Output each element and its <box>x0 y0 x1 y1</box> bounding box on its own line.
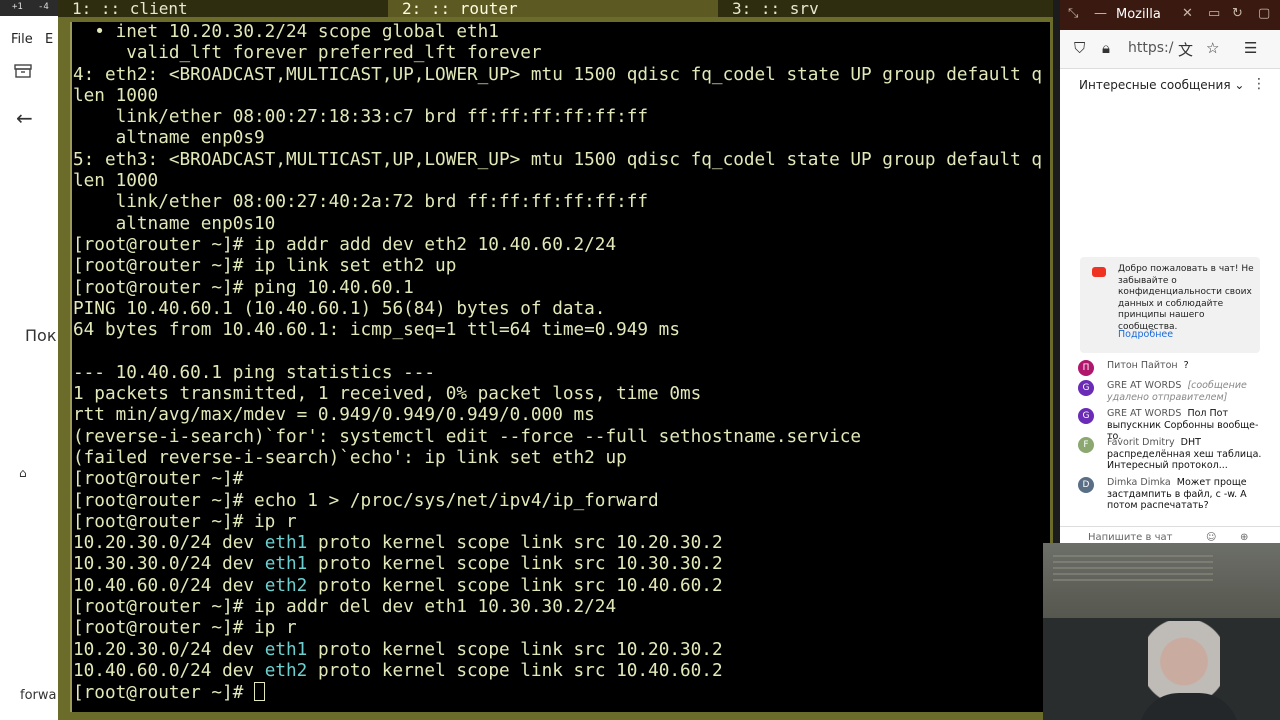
terminal-tab-bar: 1: :: client 2: :: router 3: :: srv <box>58 0 1053 17</box>
avatar[interactable]: G <box>1078 380 1094 396</box>
emoji-icon[interactable]: ☺ <box>1206 532 1216 543</box>
maximize-icon[interactable]: ▭ <box>1208 6 1220 21</box>
terminal-line: 1 packets transmitted, 1 received, 0% pa… <box>73 384 702 405</box>
tray-indicator-1: +1 <box>12 2 23 12</box>
learn-more-link[interactable]: Подробнее <box>1118 329 1173 340</box>
chat-filter-dropdown[interactable]: Интересные сообщения ⌄ <box>1079 78 1244 92</box>
menu-icon[interactable]: ☰ <box>1244 39 1257 57</box>
browser-toolbar: ⛉ 🔒︎ https:/ 文 ☆ ☰ <box>1060 30 1280 69</box>
terminal-line: • inet 10.20.30.2/24 scope global eth1 <box>73 22 499 42</box>
route-line: 10.30.30.0/24 dev eth1 proto kernel scop… <box>73 554 723 575</box>
url-field[interactable]: https:/ <box>1128 40 1173 56</box>
partial-heading: Пок <box>25 326 57 345</box>
minimize-icon[interactable]: — <box>1094 6 1107 21</box>
lock-icon: 🔒︎ <box>1102 39 1110 57</box>
terminal-line: (reverse-i-search)`for': systemctl edit … <box>73 426 862 447</box>
translate-icon[interactable]: 文 <box>1178 39 1193 60</box>
terminal-line: --- 10.40.60.1 ping statistics --- <box>73 362 436 383</box>
terminal-output[interactable]: • inet 10.20.30.2/24 scope global eth1 v… <box>70 22 1050 712</box>
lock-icon: ⌂ <box>19 466 27 480</box>
terminal-line: link/ether 08:00:27:40:2a:72 brd ff:ff:f… <box>73 192 649 213</box>
chat-author[interactable]: Dimka Dimka <box>1107 477 1171 488</box>
cursor <box>254 682 266 702</box>
chat-author[interactable]: GRE AT WORDS <box>1107 408 1181 419</box>
route-line: 10.40.60.0/24 dev eth2 proto kernel scop… <box>73 660 723 681</box>
terminal-line: valid_lft forever preferred_lft forever <box>73 43 542 64</box>
chevron-down-icon: ⌄ <box>1234 78 1245 92</box>
chat-input[interactable]: Напишите в чат <box>1088 532 1172 543</box>
terminal-line: [root@router ~]# ping 10.40.60.1 <box>73 277 414 298</box>
terminal-line: len 1000 <box>73 85 159 106</box>
prompt-line[interactable]: [root@router ~]# <box>73 682 266 704</box>
prompt: [root@router ~]# <box>73 683 255 704</box>
terminal-line: [root@router ~]# ip r <box>73 511 297 532</box>
browser-titlebar: ⤡ — Mozilla ✕ ▭ ↻ ▢ <box>1060 0 1280 30</box>
avatar[interactable]: D <box>1078 477 1094 493</box>
terminal-line: 4: eth2: <BROADCAST,MULTICAST,UP,LOWER_U… <box>73 64 1043 85</box>
avatar[interactable]: П <box>1078 360 1094 376</box>
terminal-line: [root@router ~]# ip addr add dev eth2 10… <box>73 234 617 255</box>
reload-icon[interactable]: ↻ <box>1232 6 1243 21</box>
route-line: 10.20.30.0/24 dev eth1 proto kernel scop… <box>73 533 723 554</box>
youtube-icon <box>1092 267 1106 277</box>
welcome-banner: Добро пожаловать в чат! Не забывайте о к… <box>1080 257 1260 353</box>
tab-client[interactable]: 1: :: client <box>58 0 388 17</box>
terminal-line: altname enp0s10 <box>73 213 276 234</box>
chat-header: Интересные сообщения ⌄ ⋮ <box>1060 72 1280 100</box>
avatar[interactable]: G <box>1078 408 1094 424</box>
more-options-icon[interactable]: ⋮ <box>1252 76 1266 92</box>
terminal-line: 5: eth3: <BROADCAST,MULTICAST,UP,LOWER_U… <box>73 149 1043 170</box>
collapse-icon[interactable]: ⤡ <box>1068 6 1078 21</box>
webcam-video <box>1043 543 1280 720</box>
terminal-line: [root@router ~]# echo 1 > /proc/sys/net/… <box>73 490 659 511</box>
terminal-line: [root@router ~]# <box>73 469 244 490</box>
archive-icon[interactable] <box>14 64 32 78</box>
terminal-line: PING 10.40.60.1 (10.40.60.1) 56(84) byte… <box>73 298 606 319</box>
terminal-line: altname enp0s9 <box>73 128 265 149</box>
terminal-line: (failed reverse-i-search)`echo': ip link… <box>73 447 627 468</box>
route-line: 10.20.30.0/24 dev eth1 proto kernel scop… <box>73 639 723 660</box>
terminal-line: [root@router ~]# ip addr del dev eth1 10… <box>73 597 617 618</box>
browser-title: Mozilla <box>1116 7 1161 22</box>
terminal-line: len 1000 <box>73 171 159 192</box>
tab-router[interactable]: 2: :: router <box>388 0 718 17</box>
tray-indicator-2: -4 <box>38 2 49 12</box>
chat-text: ? <box>1183 360 1189 371</box>
background-app-window: File E ← Пок ⌂ forwa <box>0 16 58 720</box>
terminal-line: 64 bytes from 10.40.60.1: icmp_seq=1 ttl… <box>73 320 680 341</box>
add-icon[interactable]: ⊕ <box>1240 532 1248 543</box>
tab-srv[interactable]: 3: :: srv <box>718 0 1053 17</box>
terminal-line: rtt min/avg/max/mdev = 0.949/0.949/0.949… <box>73 405 595 426</box>
restore-icon[interactable]: ▢ <box>1258 6 1270 21</box>
chat-author[interactable]: GRE AT WORDS <box>1107 380 1181 391</box>
star-icon[interactable]: ☆ <box>1206 39 1219 57</box>
menu-file[interactable]: File <box>11 32 33 47</box>
menu-edit[interactable]: E <box>45 32 53 47</box>
shield-icon[interactable]: ⛉ <box>1074 39 1085 57</box>
avatar[interactable]: F <box>1078 437 1094 453</box>
close-icon[interactable]: ✕ <box>1182 6 1193 21</box>
chat-author[interactable]: Favorit Dmitry <box>1107 437 1175 448</box>
welcome-text: Добро пожаловать в чат! Не забывайте о к… <box>1118 264 1254 332</box>
terminal-line: [root@router ~]# ip r <box>73 618 297 639</box>
back-arrow-icon[interactable]: ← <box>16 106 33 130</box>
terminal-line: [root@router ~]# ip link set eth2 up <box>73 256 457 277</box>
partial-text: forwa <box>20 688 57 703</box>
system-tray: +1 -4 <box>0 0 60 16</box>
route-line: 10.40.60.0/24 dev eth2 proto kernel scop… <box>73 575 723 596</box>
chat-author[interactable]: Питон Пайтон <box>1107 360 1178 371</box>
whiteboard <box>1043 543 1280 618</box>
terminal-line: link/ether 08:00:27:18:33:c7 brd ff:ff:f… <box>73 107 649 128</box>
